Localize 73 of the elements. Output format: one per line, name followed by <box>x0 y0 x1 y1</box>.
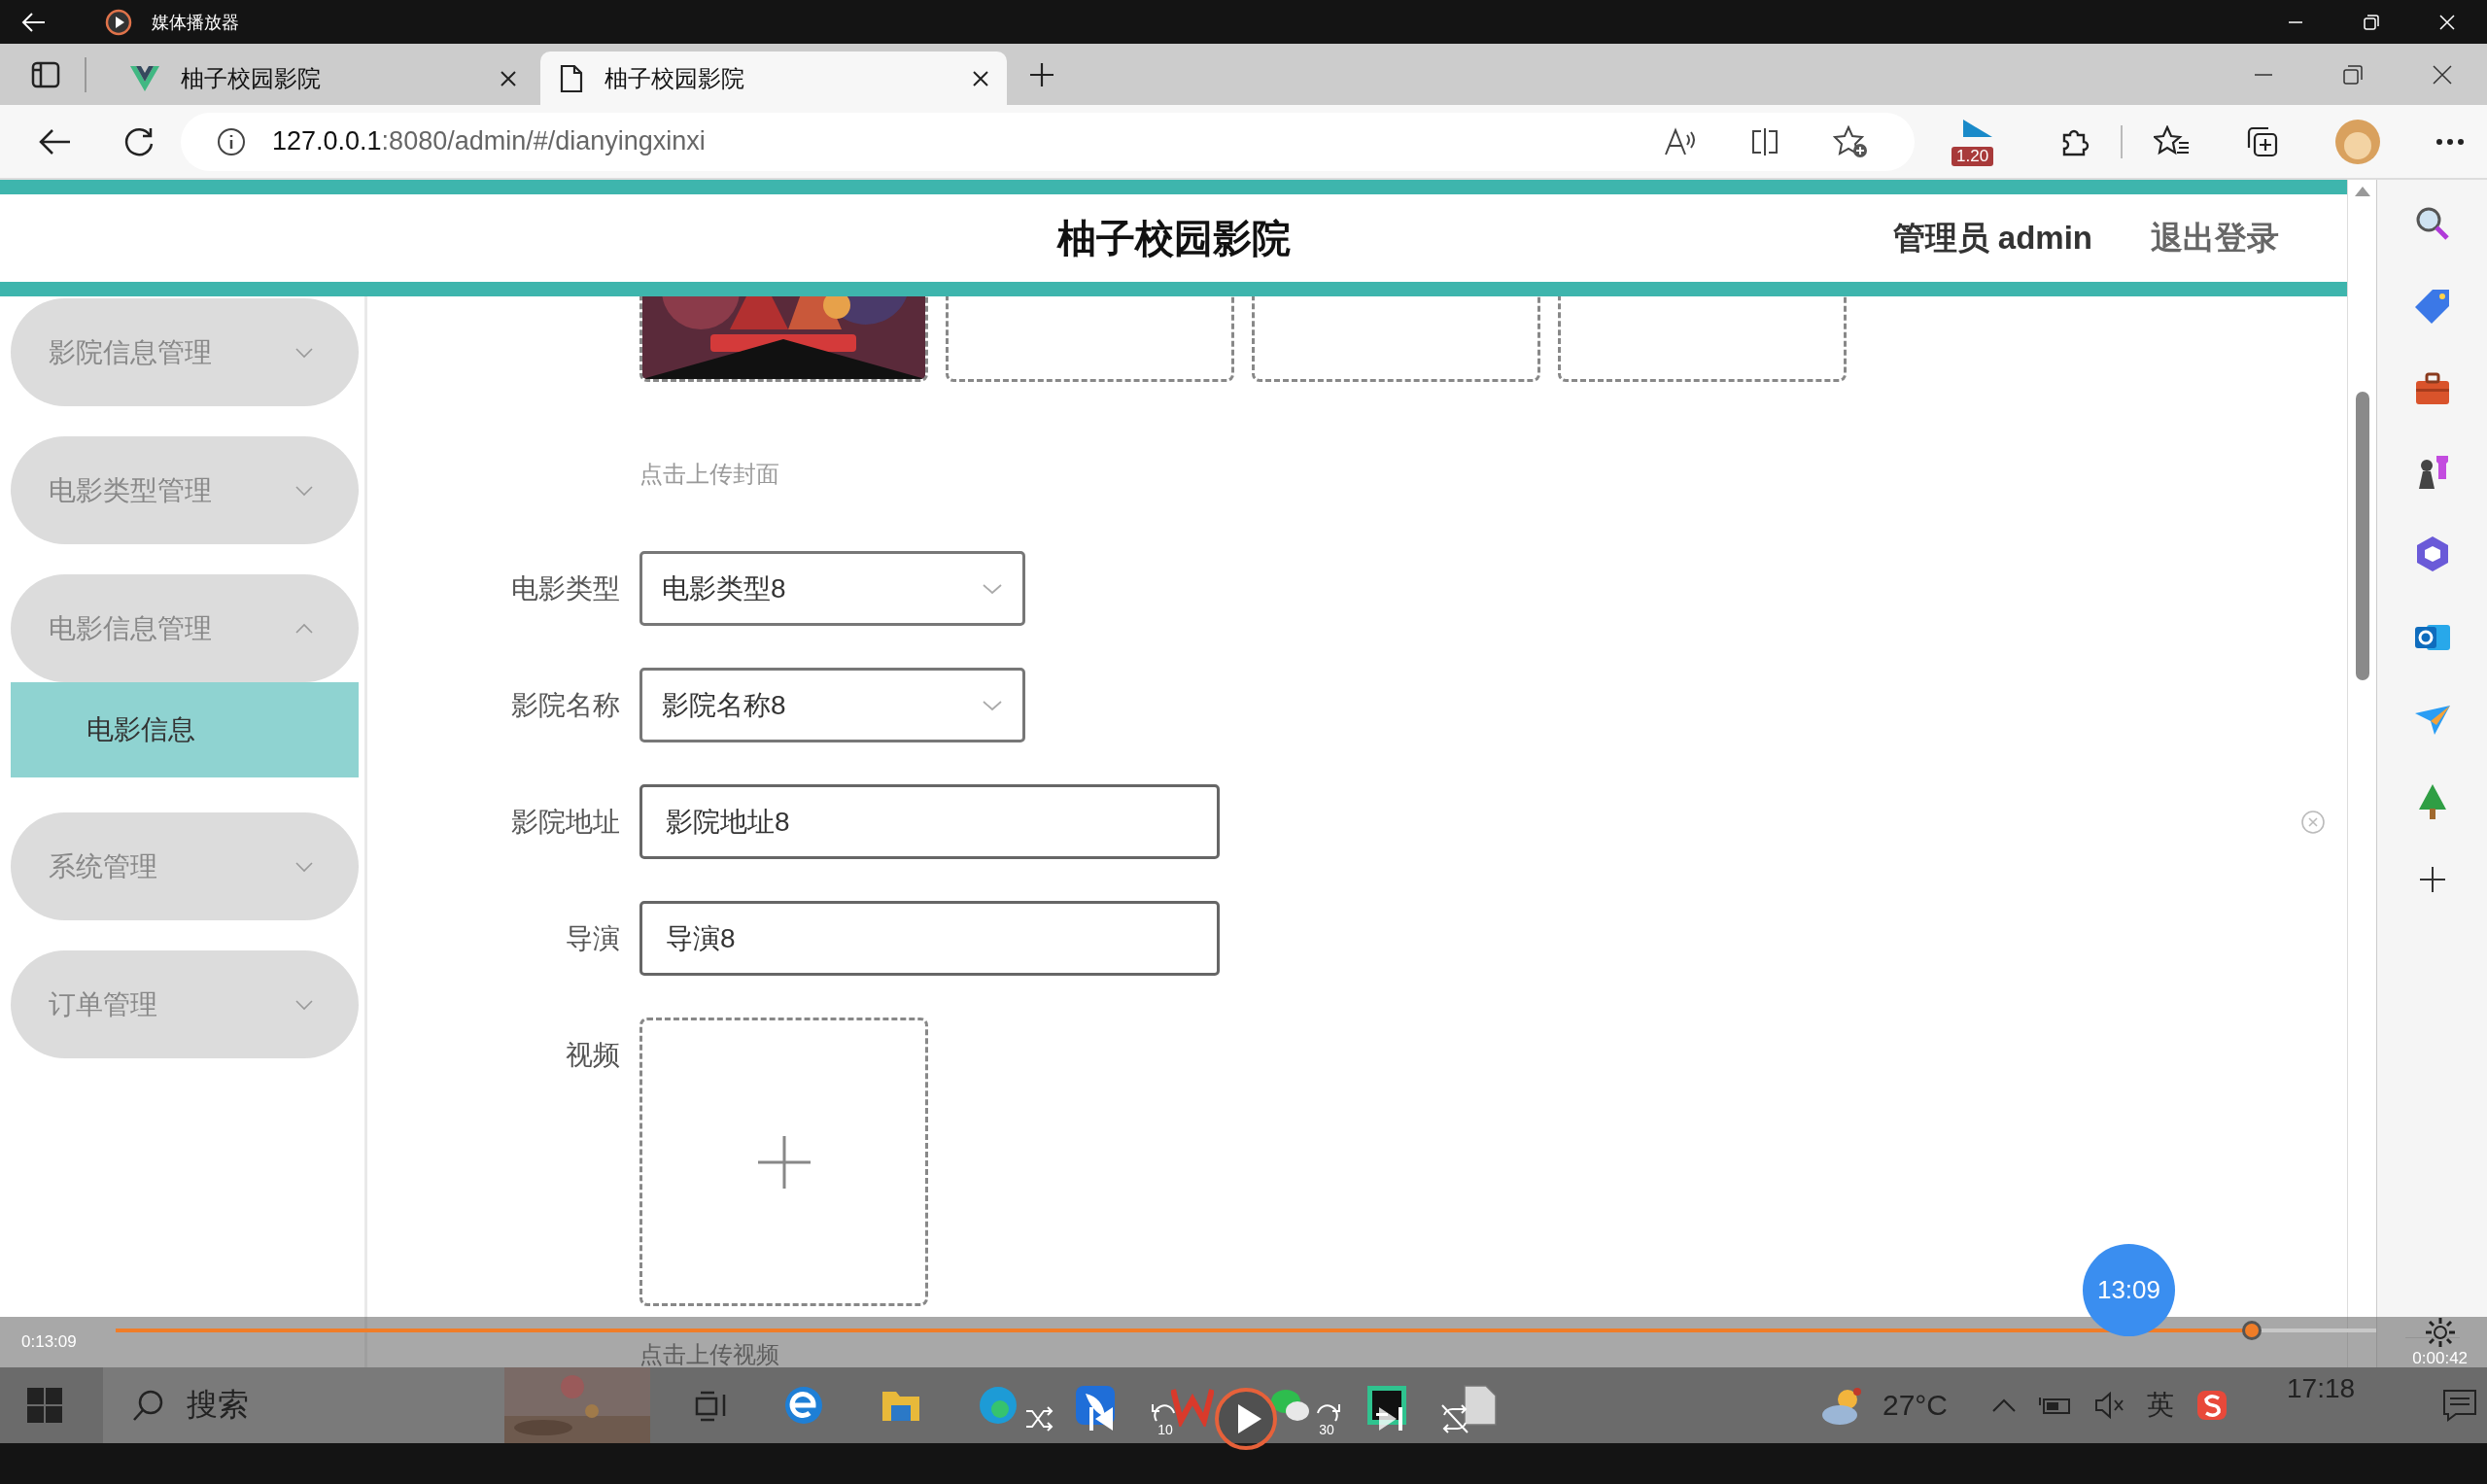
close-icon[interactable] <box>500 69 517 87</box>
address-field[interactable]: 127.0.0.1:8080/admin/#/dianyingxinxi <box>181 112 1915 171</box>
extension-badge: 1.20 <box>1952 146 1994 166</box>
chevron-icon <box>294 998 314 1011</box>
skip-seconds: 30 <box>1319 1423 1334 1436</box>
site-title: 柚子校园影院 <box>1056 215 1291 261</box>
chevron-icon <box>982 582 1003 595</box>
close-icon[interactable] <box>972 69 989 87</box>
chevron-icon <box>294 484 314 497</box>
temperature: 27°C <box>1883 1389 1949 1422</box>
url-text: 127.0.0.1:8080/admin/#/dianyingxinxi <box>272 126 706 156</box>
input-field[interactable]: 导演8 <box>639 901 1220 976</box>
player-logo-icon <box>105 8 132 36</box>
browser-icon[interactable] <box>782 1384 825 1427</box>
split-screen-icon[interactable] <box>1749 126 1780 156</box>
windows-icon[interactable] <box>27 1388 62 1423</box>
notification-icon[interactable] <box>2442 1389 2478 1422</box>
close-icon[interactable] <box>2432 63 2453 86</box>
page-icon <box>560 63 583 93</box>
window-title: 媒体播放器 <box>152 11 239 34</box>
restore-icon[interactable] <box>2363 13 2380 31</box>
upload-hint: 点击上传封面 <box>639 460 779 489</box>
skip-seconds: 10 <box>1157 1423 1173 1436</box>
upload-hint: 点击上传视频 <box>639 1343 779 1366</box>
task-view-icon[interactable] <box>695 1389 728 1422</box>
field-label: 影院地址 <box>510 805 620 839</box>
field-label: 电影类型 <box>510 571 620 605</box>
plus-icon <box>757 1135 811 1189</box>
file-icon[interactable] <box>1463 1384 1498 1427</box>
input-field[interactable]: 影院地址8 <box>639 784 1220 859</box>
admin-user: 管理员 admin <box>1892 218 2092 258</box>
scroll-up-icon[interactable] <box>2353 186 2371 197</box>
select-field[interactable]: 影院名称8 <box>639 668 1025 742</box>
remaining-time: 0:00:42 <box>2412 1349 2469 1368</box>
mute-icon[interactable] <box>2094 1392 2126 1419</box>
s-logo-icon[interactable] <box>2195 1389 2229 1422</box>
chevron-up-icon[interactable] <box>1991 1398 2018 1413</box>
shuffle-icon[interactable] <box>1024 1406 1054 1432</box>
logout-link[interactable]: 退出登录 <box>2151 216 2279 260</box>
read-aloud-icon[interactable] <box>1664 126 1697 156</box>
scrollbar-thumb[interactable] <box>2355 392 2369 680</box>
submenu-item[interactable]: 电影信息 <box>11 682 359 777</box>
chevron-icon <box>294 860 314 873</box>
add-icon[interactable] <box>2417 865 2447 894</box>
restore-icon[interactable] <box>2342 63 2364 86</box>
elapsed-time: 0:13:09 <box>21 1332 77 1352</box>
chevron-icon <box>982 699 1003 711</box>
sidebar-toggle-icon[interactable] <box>31 60 60 88</box>
settings-icon[interactable] <box>2423 1316 2457 1349</box>
chevron-icon <box>294 346 314 359</box>
taskbar-search[interactable]: 搜索 <box>103 1367 650 1443</box>
more-icon[interactable] <box>2435 137 2465 146</box>
field-label: 导演 <box>565 921 620 955</box>
search-icon <box>132 1389 165 1422</box>
v-logo-icon <box>130 65 159 91</box>
time-bubble: 13:09 <box>2083 1244 2175 1336</box>
next-icon[interactable] <box>1376 1404 1405 1433</box>
previous-icon[interactable] <box>1087 1404 1116 1433</box>
chevron-icon <box>294 622 314 635</box>
repeat-off-icon[interactable] <box>1438 1403 1471 1434</box>
back-icon[interactable] <box>21 11 47 33</box>
play-button[interactable] <box>1215 1388 1277 1450</box>
select-field[interactable]: 电影类型8 <box>639 551 1025 626</box>
new-tab-icon[interactable] <box>1028 60 1055 88</box>
field-label: 影院名称 <box>510 688 620 722</box>
video-upload-box[interactable] <box>639 1018 928 1306</box>
clock: 17:18 <box>2287 1373 2356 1404</box>
browser-tab[interactable]: 柚子校园影院 <box>111 52 535 105</box>
info-icon[interactable] <box>216 125 247 157</box>
browser-tab[interactable]: 柚子校园影院 <box>540 52 1007 105</box>
back-icon[interactable] <box>37 126 72 156</box>
star-plus-icon[interactable] <box>1833 124 1868 158</box>
field-label: 视频 <box>565 1039 620 1072</box>
